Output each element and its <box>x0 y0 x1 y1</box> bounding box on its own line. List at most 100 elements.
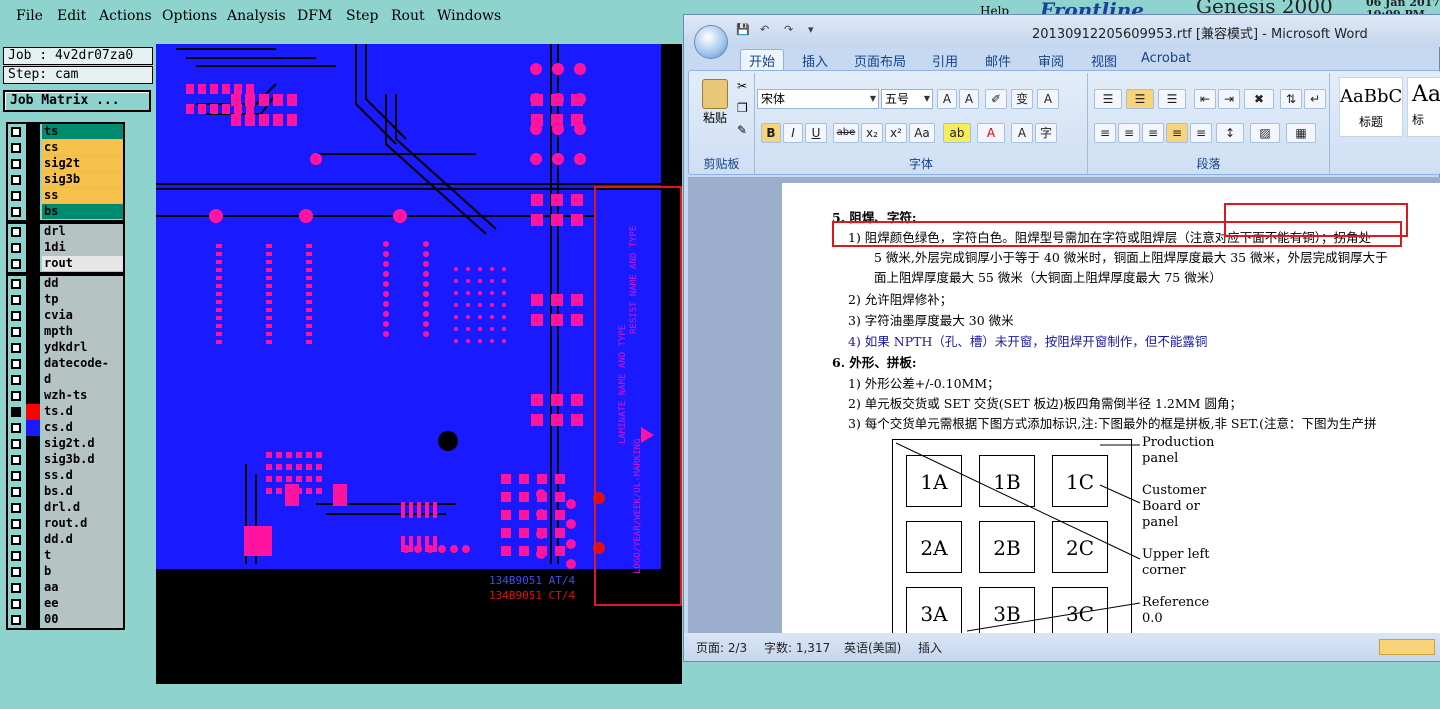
layer-row[interactable]: b <box>8 564 123 580</box>
layer-row[interactable]: wzh-ts <box>8 388 123 404</box>
layer-checkbox[interactable] <box>11 227 21 237</box>
tab-layout[interactable]: 页面布局 <box>854 51 906 70</box>
layer-row[interactable]: drl.d <box>8 500 123 516</box>
layer-checkbox[interactable] <box>11 243 21 253</box>
layer-row[interactable]: 1di <box>8 240 123 256</box>
save-icon[interactable]: 💾 <box>736 23 752 39</box>
tab-review[interactable]: 审阅 <box>1038 51 1064 70</box>
layer-checkbox[interactable] <box>11 567 21 577</box>
phonetic-button[interactable]: 变 <box>1011 89 1033 109</box>
layer-row[interactable]: mpth <box>8 324 123 340</box>
sort-button[interactable]: ⇅ <box>1280 89 1302 109</box>
redo-icon[interactable]: ↷ <box>784 23 800 39</box>
layer-checkbox[interactable] <box>11 471 21 481</box>
menu-dfm[interactable]: DFM <box>297 8 332 24</box>
superscript-button[interactable]: x² <box>885 123 907 143</box>
style-heading-2[interactable]: Aa 标 <box>1407 77 1440 137</box>
layer-checkbox[interactable] <box>11 455 21 465</box>
layer-checkbox[interactable] <box>11 143 21 153</box>
job-matrix-button[interactable]: Job Matrix ... <box>3 90 151 112</box>
layer-checkbox[interactable] <box>11 375 21 385</box>
borders-button[interactable]: ▦ <box>1286 123 1316 143</box>
align-center-button[interactable]: ≡ <box>1118 123 1140 143</box>
layer-row[interactable]: datecode-ts <box>8 356 123 384</box>
layer-row[interactable]: ydkdrl <box>8 340 123 356</box>
layer-row[interactable]: ee <box>8 596 123 612</box>
copy-icon[interactable]: ❐ <box>737 101 748 115</box>
show-marks-button[interactable]: ↵ <box>1304 89 1326 109</box>
layer-row[interactable]: 00 <box>8 612 123 628</box>
strikethrough-button[interactable]: abe <box>833 123 859 143</box>
align-left-button[interactable]: ≡ <box>1094 123 1116 143</box>
layer-row[interactable]: sig3b.d <box>8 452 123 468</box>
bold-button[interactable]: B <box>761 123 781 143</box>
layer-row[interactable]: sig3b <box>8 172 123 188</box>
layer-row[interactable]: tp <box>8 292 123 308</box>
char-shading-button[interactable]: A <box>1011 123 1033 143</box>
layer-row[interactable]: bs <box>8 204 123 220</box>
tab-insert[interactable]: 插入 <box>802 51 828 70</box>
layer-row[interactable]: ts <box>8 124 123 140</box>
subscript-button[interactable]: x₂ <box>861 123 883 143</box>
font-size-select[interactable]: 五号 ▼ <box>881 89 933 109</box>
layer-checkbox[interactable] <box>11 207 21 217</box>
layer-row[interactable]: dd.d <box>8 532 123 548</box>
layer-checkbox[interactable] <box>11 519 21 529</box>
layer-row[interactable]: sig2t <box>8 156 123 172</box>
undo-icon[interactable]: ↶ <box>760 23 776 39</box>
layer-row[interactable]: ss <box>8 188 123 204</box>
layer-checkbox[interactable] <box>11 423 21 433</box>
bullets-button[interactable]: ☰ <box>1094 89 1122 109</box>
asian-layout-button[interactable]: ✖ <box>1244 89 1274 109</box>
layer-row[interactable]: aa <box>8 580 123 596</box>
word-count[interactable]: 字数: 1,317 <box>764 639 830 656</box>
layer-checkbox[interactable] <box>11 535 21 545</box>
layer-row[interactable]: cs.d <box>8 420 123 436</box>
font-name-select[interactable]: 宋体 ▼ <box>757 89 879 109</box>
language-status[interactable]: 英语(美国) <box>844 639 901 656</box>
layer-checkbox[interactable] <box>11 327 21 337</box>
numbering-button[interactable]: ☰ <box>1126 89 1154 109</box>
layer-checkbox[interactable] <box>11 175 21 185</box>
layer-row[interactable]: bs.d <box>8 484 123 500</box>
layer-row[interactable]: dd <box>8 276 123 292</box>
layer-row[interactable]: rout.d <box>8 516 123 532</box>
format-painter-icon[interactable]: ✎ <box>737 123 747 137</box>
underline-button[interactable]: U <box>805 123 827 143</box>
layer-row[interactable]: rout <box>8 256 123 272</box>
enclose-char-button[interactable]: 字 <box>1035 123 1057 143</box>
layer-checkbox[interactable] <box>11 503 21 513</box>
layer-checkbox[interactable] <box>11 583 21 593</box>
menu-rout[interactable]: Rout <box>391 8 425 24</box>
menu-windows[interactable]: Windows <box>437 8 501 24</box>
justify-button[interactable]: ≡ <box>1166 123 1188 143</box>
clear-format-button[interactable]: ✐ <box>985 89 1007 109</box>
menu-actions[interactable]: Actions <box>99 8 152 24</box>
layer-checkbox[interactable] <box>11 407 21 417</box>
menu-step[interactable]: Step <box>346 8 378 24</box>
view-buttons[interactable] <box>1379 639 1435 655</box>
distributed-button[interactable]: ≡ <box>1190 123 1212 143</box>
layer-checkbox[interactable] <box>11 295 21 305</box>
shrink-font-button[interactable]: A <box>959 89 979 109</box>
layer-checkbox[interactable] <box>11 487 21 497</box>
layer-row[interactable]: ts.d <box>8 404 123 420</box>
menu-analysis[interactable]: Analysis <box>227 8 286 24</box>
tab-home[interactable]: 开始 <box>740 49 785 71</box>
tab-references[interactable]: 引用 <box>932 51 958 70</box>
layer-checkbox[interactable] <box>11 391 21 401</box>
layer-checkbox[interactable] <box>11 343 21 353</box>
menu-file[interactable]: File <box>16 8 43 24</box>
layer-checkbox[interactable] <box>11 191 21 201</box>
document-page[interactable]: 5. 阻焊、字符: 1) 阻焊颜色绿色，字符白色。阻焊型号需加在字符或阻焊层（注… <box>782 183 1440 633</box>
graphic-canvas[interactable]: 134B9051 AT/4 134B9051 CT/4 LAMINATE NAM… <box>156 44 682 684</box>
customize-icon[interactable]: ▾ <box>808 23 824 39</box>
char-border-button[interactable]: A <box>1037 89 1059 109</box>
page-count[interactable]: 页面: 2/3 <box>696 639 747 656</box>
italic-button[interactable]: I <box>783 123 803 143</box>
highlight-button[interactable]: ab <box>943 123 971 143</box>
layer-row[interactable]: sig2t.d <box>8 436 123 452</box>
decrease-indent-button[interactable]: ⇤ <box>1194 89 1216 109</box>
change-case-button[interactable]: Aa <box>909 123 935 143</box>
tab-acrobat[interactable]: Acrobat <box>1141 51 1191 66</box>
